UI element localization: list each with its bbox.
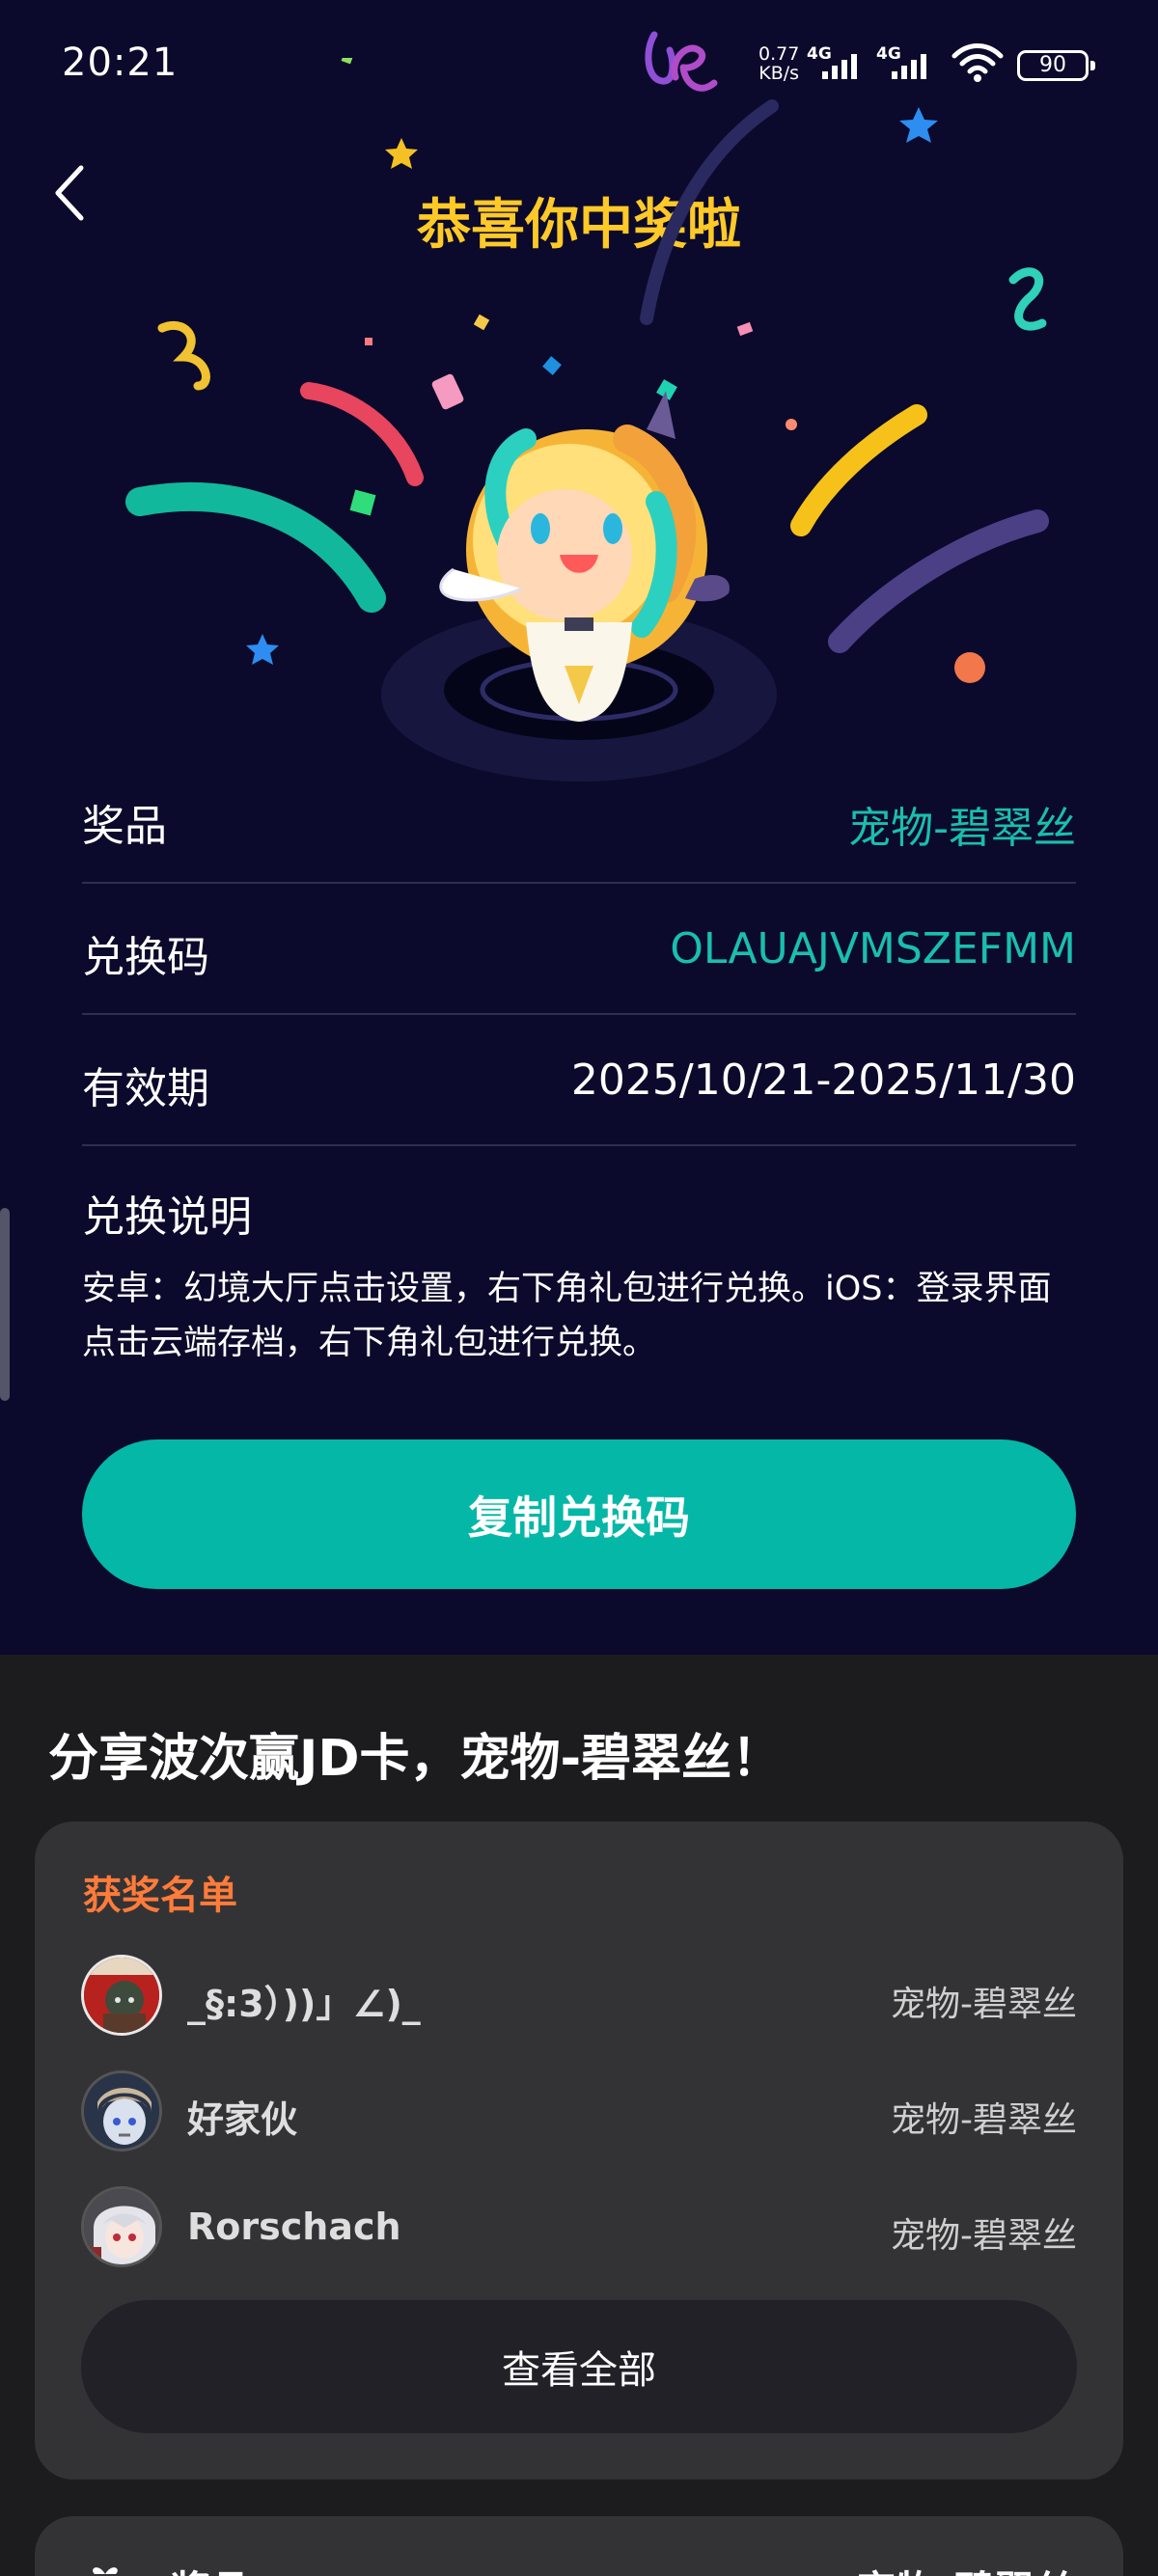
prize-value: 宠物-碧翠丝 (848, 804, 1076, 853)
validity-value: 2025/10/21-2025/11/30 (570, 1055, 1076, 1105)
winners-title: 获奖名单 (83, 1874, 237, 1918)
prize-card-label: 奖品 (170, 2559, 251, 2576)
prize-panel: 20:21 0.77 KB/s 4G 4G 90 恭喜你中奖啦 奖品 宠物-碧翠… (0, 0, 1158, 1655)
copy-code-button[interactable]: 复制兑换码 (82, 1439, 1076, 1589)
validity-label: 有效期 (82, 1064, 209, 1113)
winner-name: _§:3）))」∠)_ (187, 1983, 421, 2025)
winner-row[interactable]: 好家伙 宠物-碧翠丝 (81, 2070, 1077, 2157)
winner-name: Rorschach (187, 2206, 401, 2248)
prize-label: 奖品 (82, 802, 167, 851)
winner-prize: 宠物-碧翠丝 (891, 2100, 1077, 2140)
celebration-illustration (125, 58, 1049, 781)
redeem-code-label: 兑换码 (82, 933, 209, 982)
winner-name: 好家伙 (187, 2098, 298, 2141)
winner-row[interactable]: Rorschach 宠物-碧翠丝 (81, 2186, 1077, 2273)
avatar[interactable] (81, 2070, 162, 2151)
validity-row: 有效期 2025/10/21-2025/11/30 (82, 1015, 1076, 1146)
view-all-button[interactable]: 查看全部 (81, 2300, 1077, 2433)
prize-card-peek: 奖品 宠物-碧翠丝 (35, 2516, 1123, 2576)
winner-prize: 宠物-碧翠丝 (891, 2216, 1077, 2256)
prize-row: 奖品 宠物-碧翠丝 (82, 753, 1076, 884)
prize-card-value: 宠物-碧翠丝 (856, 2559, 1075, 2576)
redeem-code-value[interactable]: OLAUAJVMSZEFMM (670, 924, 1076, 973)
winner-row[interactable]: _§:3）))」∠)_ 宠物-碧翠丝 (81, 1955, 1077, 2042)
avatar[interactable] (81, 2186, 162, 2267)
redeem-code-row: 兑换码 OLAUAJVMSZEFMM (82, 884, 1076, 1015)
avatar[interactable] (81, 1955, 162, 2036)
winners-card: 获奖名单 _§:3）))」∠)_ 宠物-碧翠丝 好家伙 宠物-碧翠丝 Rorsc… (35, 1822, 1123, 2480)
instructions-title: 兑换说明 (82, 1192, 252, 1242)
share-title: 分享波次赢JD卡，宠物-碧翠丝！ (48, 1730, 783, 1788)
gift-icon (93, 2567, 118, 2574)
winner-prize: 宠物-碧翠丝 (891, 1985, 1077, 2024)
scroll-indicator (0, 1208, 10, 1401)
instructions-text: 安卓：幻境大厅点击设置，右下角礼包进行兑换。iOS：登录界面点击云端存档，右下角… (82, 1270, 1052, 1362)
